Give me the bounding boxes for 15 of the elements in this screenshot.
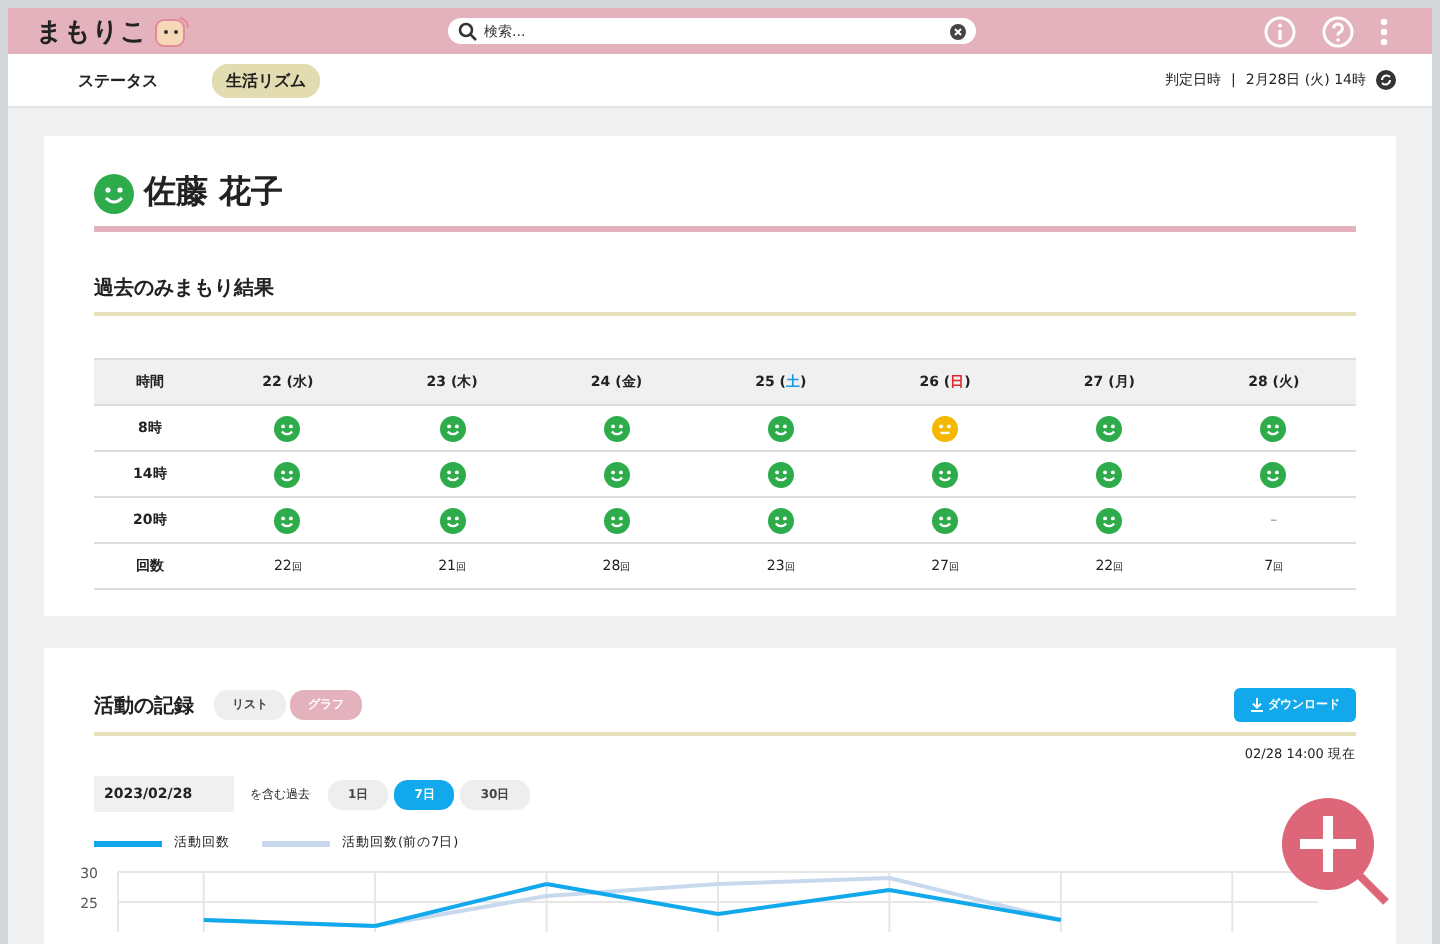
person-name: 佐藤 花子	[144, 172, 284, 214]
more-icon[interactable]	[1380, 17, 1388, 45]
mascot-icon	[152, 11, 192, 51]
logo-text: まもりこ	[36, 15, 148, 49]
zoom-in-icon[interactable]	[1280, 796, 1392, 908]
nav-tab[interactable]: 生活リズム	[212, 63, 320, 97]
section-title: 過去のみまもり結果	[94, 278, 274, 300]
clear-icon[interactable]	[950, 23, 966, 39]
refresh-icon[interactable]	[1376, 70, 1396, 90]
help-icon[interactable]	[1322, 15, 1354, 47]
search-icon	[458, 21, 478, 41]
nav-tab[interactable]: ステータス	[64, 63, 172, 97]
section-title: 活動の記録	[94, 693, 194, 719]
download-icon	[1250, 698, 1264, 712]
info-icon[interactable]	[1264, 15, 1296, 47]
